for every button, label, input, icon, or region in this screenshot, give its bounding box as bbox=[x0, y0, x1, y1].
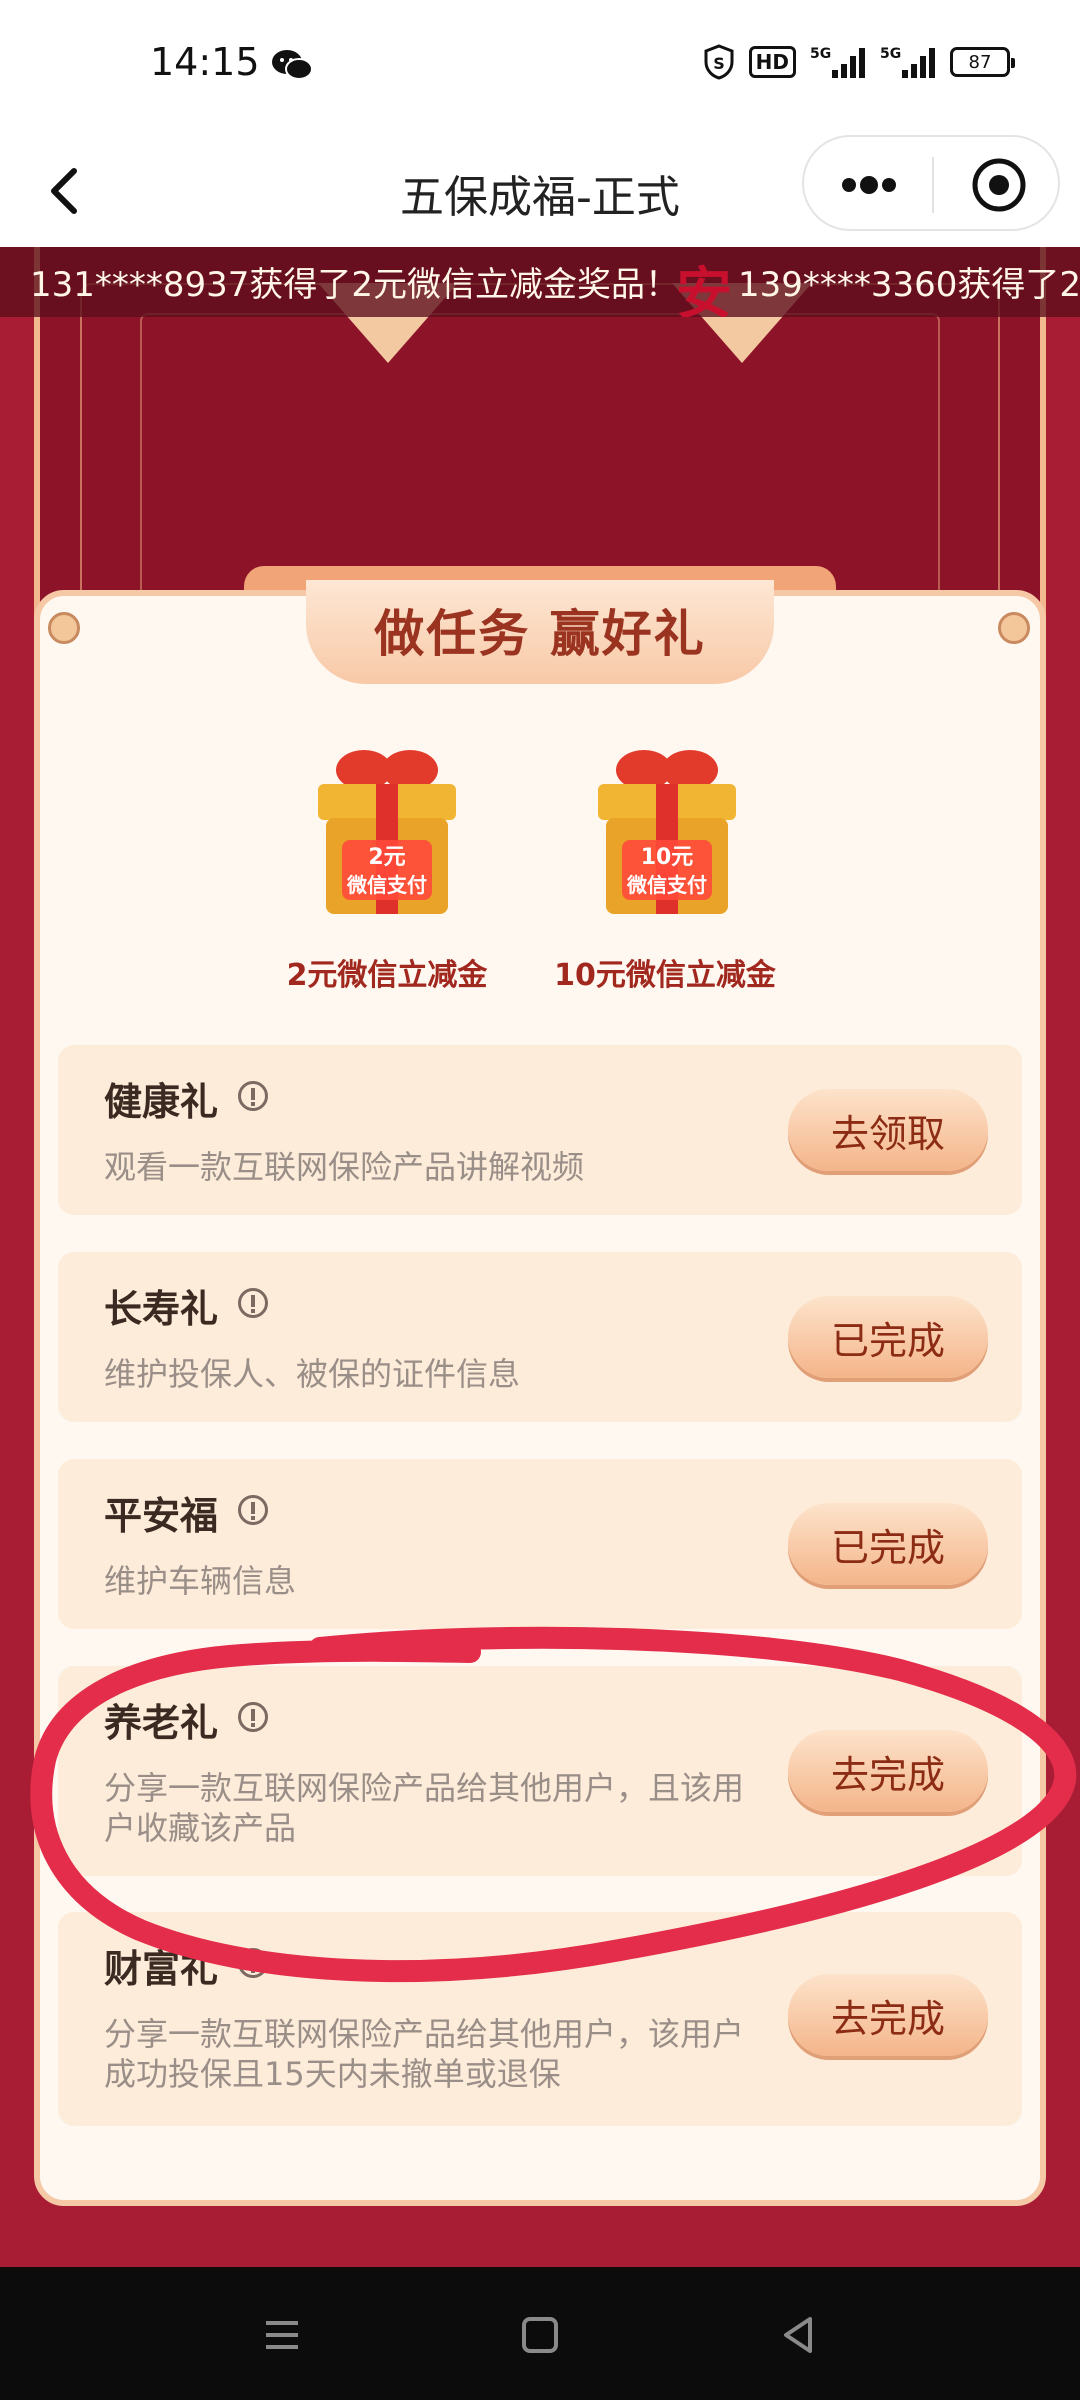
menu-icon[interactable] bbox=[254, 2307, 310, 2363]
task-title: 平安福 bbox=[104, 1494, 219, 1538]
ticker-text: 131****8937获得了2元微信立减金奖品！ bbox=[30, 265, 680, 305]
gift-badge-text: 微信支付 bbox=[346, 873, 427, 897]
complete-task-button[interactable]: 去完成 bbox=[788, 1730, 988, 1812]
task-desc: 维护车辆信息 bbox=[104, 1562, 297, 1600]
task-desc: 观看一款互联网保险产品讲解视频 bbox=[104, 1148, 585, 1186]
shield-icon: S bbox=[704, 44, 734, 80]
gift-badge-text: 微信支付 bbox=[626, 873, 707, 897]
task-item: 健康礼 观看一款互联网保险产品讲解视频 去领取 bbox=[58, 1045, 1022, 1215]
complete-task-button[interactable]: 去完成 bbox=[788, 1974, 988, 2056]
task-item: 长寿礼 维护投保人、被保的证件信息 已完成 bbox=[58, 1252, 1022, 1422]
net-label: 5G bbox=[810, 46, 831, 62]
task-desc: 分享一款互联网保险产品给其他用户，且该用户收藏该产品 bbox=[104, 1769, 745, 1847]
battery-icon: 87 bbox=[950, 47, 1015, 77]
completed-button[interactable]: 已完成 bbox=[788, 1296, 988, 1378]
gift-label: 10元微信立减金 bbox=[554, 958, 776, 993]
close-button[interactable] bbox=[954, 155, 1044, 215]
gift-box-icon: 2元 微信支付 bbox=[318, 750, 456, 914]
task-title: 财富礼 bbox=[104, 1947, 219, 1991]
signal-icon: 5G bbox=[880, 44, 936, 80]
task-item: 平安福 维护车辆信息 已完成 bbox=[58, 1459, 1022, 1629]
svg-text:S: S bbox=[713, 54, 725, 73]
info-icon[interactable] bbox=[238, 1081, 268, 1111]
task-title: 养老礼 bbox=[104, 1701, 219, 1745]
info-icon[interactable] bbox=[238, 1702, 268, 1732]
wechat-icon bbox=[272, 50, 313, 80]
miniprogram-capsule bbox=[802, 135, 1060, 231]
target-icon bbox=[972, 158, 1026, 212]
task-desc: 分享一款互联网保险产品给其他用户，该用户成功投保且15天内未撤单或退保 bbox=[104, 2015, 745, 2093]
net-label: 5G bbox=[880, 46, 901, 62]
gift-box-icon: 10元 微信支付 bbox=[598, 750, 736, 914]
coin-icon bbox=[48, 612, 80, 644]
ticker-decoration: 安 bbox=[676, 261, 732, 317]
card-heading: 做任务 赢好礼 bbox=[374, 605, 706, 663]
info-icon[interactable] bbox=[238, 1495, 268, 1525]
hd-icon: HD bbox=[748, 46, 796, 78]
gift-label: 2元微信立减金 bbox=[286, 958, 488, 993]
claim-button[interactable]: 去领取 bbox=[788, 1089, 988, 1171]
task-title: 长寿礼 bbox=[104, 1287, 219, 1331]
heading-ribbon: 做任务 赢好礼 bbox=[306, 580, 774, 684]
task-item: 财富礼 分享一款互联网保险产品给其他用户，该用户成功投保且15天内未撤单或退保 … bbox=[58, 1912, 1022, 2126]
info-icon[interactable] bbox=[238, 1288, 268, 1318]
task-item: 养老礼 分享一款互联网保险产品给其他用户，且该用户收藏该产品 去完成 bbox=[58, 1666, 1022, 1876]
system-nav-bar bbox=[0, 2267, 1080, 2400]
home-icon[interactable] bbox=[512, 2307, 568, 2363]
ticker-text-next: 139****3360获得了2 bbox=[738, 265, 1080, 305]
status-icons: S HD 5G 5G 87 bbox=[703, 44, 1015, 80]
capsule-divider bbox=[932, 157, 934, 213]
signal-icon: 5G bbox=[810, 44, 866, 80]
more-button[interactable] bbox=[824, 157, 914, 213]
info-icon[interactable] bbox=[238, 1948, 268, 1978]
task-title: 健康礼 bbox=[104, 1080, 219, 1124]
more-icon bbox=[842, 176, 896, 194]
completed-button[interactable]: 已完成 bbox=[788, 1503, 988, 1585]
back-icon[interactable] bbox=[770, 2307, 826, 2363]
nav-bar: 五保成福-正式 bbox=[0, 135, 1080, 247]
status-bar: 14:15 S HD 5G 5G 87 bbox=[0, 0, 1080, 135]
coin-icon bbox=[998, 612, 1030, 644]
gift-badge-amount: 10元 bbox=[641, 845, 694, 870]
task-desc: 维护投保人、被保的证件信息 bbox=[104, 1355, 521, 1393]
status-time: 14:15 bbox=[150, 40, 260, 84]
gift-badge-amount: 2元 bbox=[368, 845, 405, 870]
winner-ticker: 131****8937获得了2元微信立减金奖品！ 安 139****3360获得… bbox=[0, 247, 1080, 317]
